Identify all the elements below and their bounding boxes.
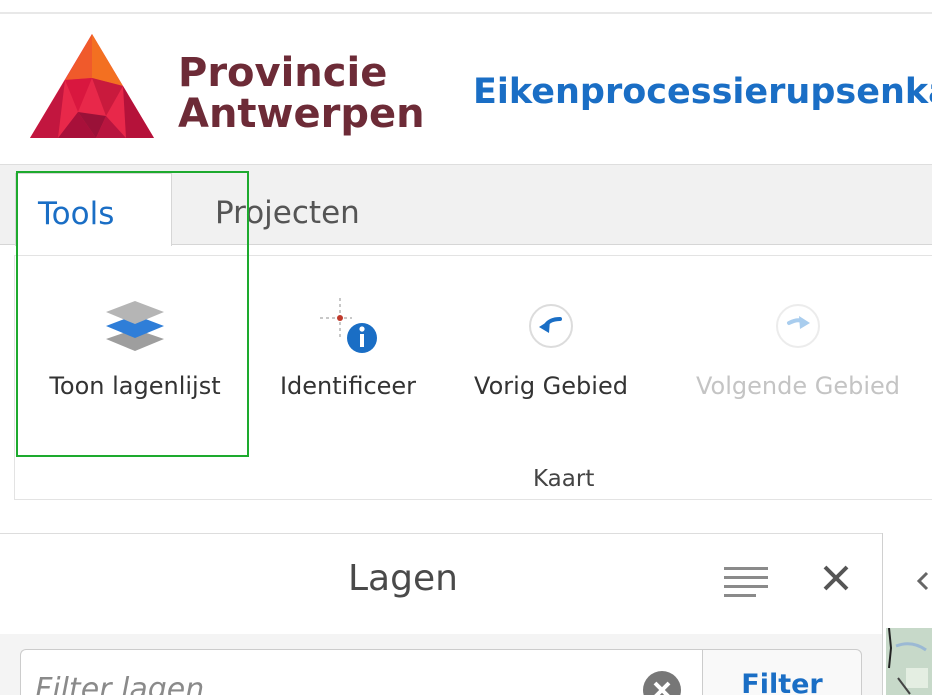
identify-button[interactable]: Identificeer — [273, 286, 423, 400]
brand-line-1: Provincie — [178, 50, 388, 96]
map-tile[interactable] — [886, 628, 932, 695]
identify-info-icon — [320, 298, 377, 353]
brand-name: Provincie Antwerpen — [178, 53, 425, 135]
show-layers-label: Toon lagenlijst — [49, 372, 221, 400]
next-extent-button[interactable]: Volgende Gebied — [683, 286, 913, 400]
identify-label: Identificeer — [279, 372, 417, 400]
ribbon-panel: Toon lagenlijst Identificeer Vorig Gebie… — [14, 255, 932, 500]
ribbon-tabbar: Tools Projecten — [0, 164, 932, 246]
brand-line-2: Antwerpen — [178, 91, 425, 137]
app-header: Provincie Antwerpen Eikenprocessierupsen… — [0, 14, 932, 164]
ribbon-group-label: Kaart — [533, 466, 595, 492]
previous-extent-label: Vorig Gebied — [474, 372, 628, 400]
layers-panel-title: Lagen — [348, 558, 458, 599]
filter-layers-input[interactable] — [20, 649, 702, 695]
clear-circle-icon[interactable] — [642, 670, 682, 695]
previous-extent-button[interactable]: Vorig Gebied — [466, 286, 636, 400]
arrow-right-circle-icon — [776, 304, 820, 348]
next-extent-label: Volgende Gebied — [695, 372, 900, 400]
tab-projecten[interactable]: Projecten — [215, 173, 360, 246]
province-triangle-logo-icon[interactable] — [30, 34, 154, 152]
layers-stack-icon — [106, 301, 164, 351]
filter-button[interactable]: Filter — [702, 649, 862, 695]
app-window: Provincie Antwerpen Eikenprocessierupsen… — [0, 0, 932, 695]
arrow-left-circle-icon — [529, 304, 573, 348]
layers-panel: Lagen Filter — [0, 533, 882, 695]
show-layers-button[interactable]: Toon lagenlijst — [41, 286, 229, 400]
hamburger-menu-icon[interactable] — [722, 564, 770, 600]
filter-bar: Filter — [0, 634, 882, 695]
close-icon[interactable] — [820, 562, 852, 594]
tab-tools[interactable]: Tools — [15, 173, 172, 246]
app-title: Eikenprocessierupsenka — [473, 72, 932, 112]
